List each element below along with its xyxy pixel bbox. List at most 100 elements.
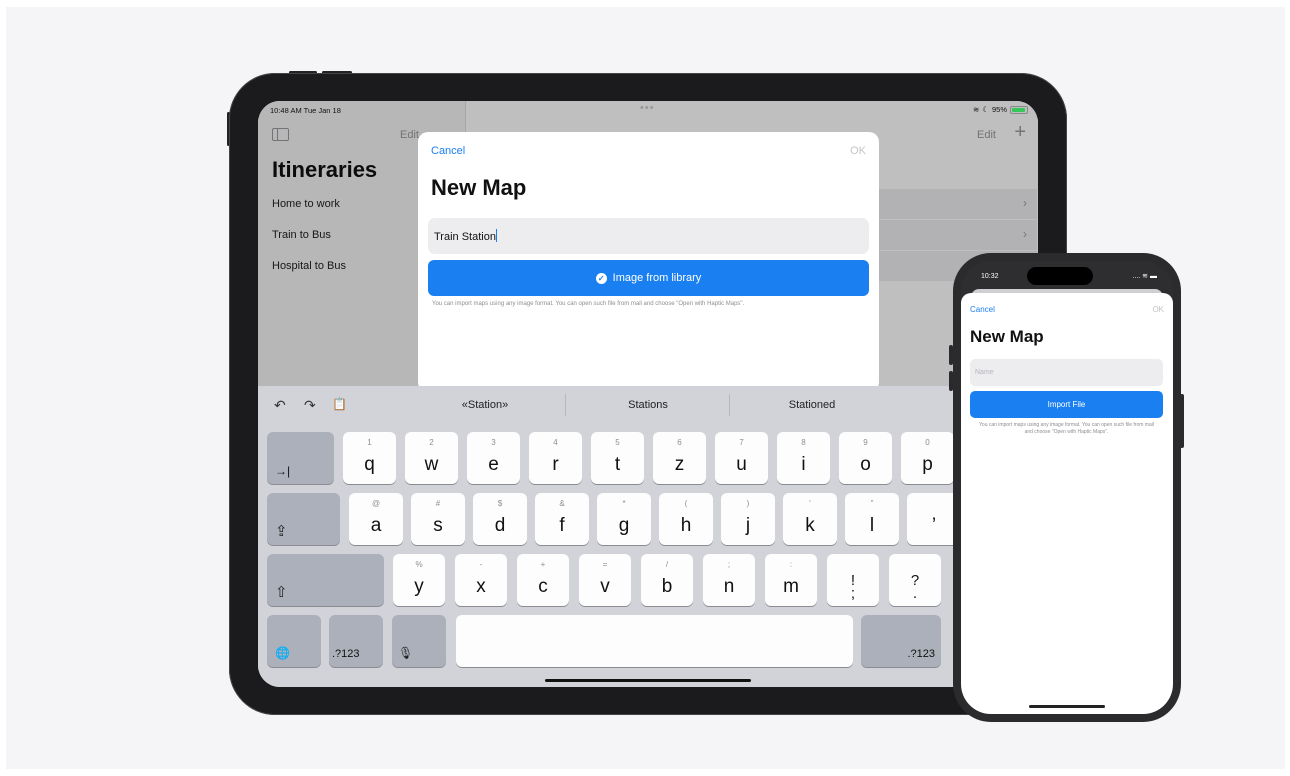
key-row1-8[interactable]: 9o — [839, 432, 892, 484]
wifi-icon: ≋ — [972, 105, 980, 114]
key-row3-4[interactable]: / b — [641, 554, 693, 606]
key-row2-4[interactable]: * g — [597, 493, 651, 545]
key-main-char: y — [414, 576, 424, 597]
key-row2-2[interactable]: $ d — [473, 493, 527, 545]
key-row2-6[interactable]: ) j — [721, 493, 775, 545]
key-main-char: a — [370, 515, 382, 536]
numbers-key-right[interactable]: .?123 — [861, 615, 941, 667]
globe-key[interactable]: 🌐 — [267, 615, 321, 667]
key-row1-7[interactable]: 8i — [777, 432, 830, 484]
iphone-cancel-button[interactable]: Cancel — [970, 305, 995, 314]
ipad-screen: Edit Itineraries Home to work Train to B… — [258, 101, 1038, 687]
key-row3-6[interactable]: :m — [765, 554, 817, 606]
key-row1-5[interactable]: 6z — [653, 432, 706, 484]
multitasking-dots-icon[interactable]: ••• — [640, 102, 655, 114]
iphone-sheet-title: New Map — [970, 327, 1044, 346]
key-alt-char: ' — [809, 499, 811, 508]
key-row1-2[interactable]: 3e — [467, 432, 520, 484]
undo-icon[interactable]: ↶ — [274, 397, 286, 414]
key-alt-char: / — [665, 560, 669, 569]
key-row1-6[interactable]: 7u — [715, 432, 768, 484]
image-from-library-button[interactable]: ✓ Image from library — [428, 260, 869, 296]
key-alt-char: @ — [371, 499, 381, 508]
key-row1-3[interactable]: 4r — [529, 432, 582, 484]
key-alt-char: 4 — [553, 438, 558, 447]
key-main-char: p — [922, 454, 933, 475]
iphone-name-input[interactable]: Name — [970, 359, 1163, 386]
modal-title: New Map — [431, 175, 527, 200]
key-main-char: x — [476, 576, 486, 597]
key-main-char: o — [860, 454, 871, 475]
key-row2-1[interactable]: # s — [411, 493, 465, 545]
key-alt-char: " — [870, 499, 874, 508]
map-name-value: Train Station — [434, 231, 496, 243]
key-row2-7[interactable]: ' k — [783, 493, 837, 545]
redo-icon[interactable]: ↷ — [304, 397, 316, 414]
map-name-input[interactable]: Train Station — [428, 218, 869, 254]
iphone-import-hint: You can import maps using any image form… — [979, 422, 1154, 435]
home-indicator[interactable] — [545, 679, 751, 682]
key-alt-char: 8 — [801, 438, 806, 447]
status-indicators: ≋ ☾ 95% — [973, 105, 1028, 114]
key-main-char: z — [674, 454, 685, 475]
numbers-key-left[interactable]: .?123 — [329, 615, 383, 667]
ok-button[interactable]: OK — [850, 145, 866, 157]
key-main-char: f — [559, 515, 565, 536]
key-row1-4[interactable]: 5t — [591, 432, 644, 484]
tab-key[interactable]: →| — [267, 432, 334, 484]
key-row3-5[interactable]: ; n — [703, 554, 755, 606]
suggestion-1[interactable]: «Station» — [415, 399, 555, 411]
cancel-button[interactable]: Cancel — [431, 145, 465, 157]
key-main-char: i — [801, 454, 806, 475]
iphone-home-indicator[interactable] — [1029, 705, 1105, 708]
key-row3-8[interactable]: ? . — [889, 554, 941, 606]
paste-icon[interactable]: 📋 — [332, 397, 347, 411]
key-row1-0[interactable]: 1q — [343, 432, 396, 484]
space-key[interactable] — [456, 615, 853, 667]
iphone-status-bar: 10:32 .... ≋ ▬ — [961, 261, 1173, 289]
key-main-char: l — [869, 515, 875, 536]
key-main-char: u — [736, 454, 747, 475]
key-row3-7[interactable]: ! ; — [827, 554, 879, 606]
key-row3-1[interactable]: -x — [455, 554, 507, 606]
key-row1-9[interactable]: 0p — [901, 432, 954, 484]
key-row3-2[interactable]: + c — [517, 554, 569, 606]
shift-key-left[interactable]: ⇧ — [267, 554, 384, 606]
battery-percent: 95% — [991, 105, 1007, 114]
key-row2-0[interactable]: @ a — [349, 493, 403, 545]
ipad-status-bar: 10:48 AM Tue Jan 18 ••• ≋ ☾ 95% — [258, 101, 1038, 119]
caps-lock-key[interactable]: ⇪ — [267, 493, 340, 545]
image-from-library-label: Image from library — [612, 272, 702, 284]
key-alt-char: : — [789, 560, 793, 569]
numbers-key-label: .?123 — [332, 648, 360, 660]
key-alt-char: * — [622, 499, 626, 508]
import-file-button[interactable]: Import File — [970, 391, 1163, 418]
key-row2-3[interactable]: & f — [535, 493, 589, 545]
key-alt-char: 0 — [925, 438, 930, 447]
shift-icon: ⇧ — [275, 584, 288, 601]
key-row3-0[interactable]: % y — [393, 554, 445, 606]
checkmark-circle-icon: ✓ — [595, 272, 607, 284]
key-row2-5[interactable]: (h — [659, 493, 713, 545]
iphone-screen: 10:32 .... ≋ ▬ Cancel OK New Map Name Im… — [961, 261, 1173, 714]
key-alt-char: % — [415, 560, 423, 569]
suggestion-2[interactable]: Stations — [578, 399, 718, 411]
key-alt-char: 3 — [491, 438, 496, 447]
suggestion-3[interactable]: Stationed — [742, 399, 882, 411]
key-row1-1[interactable]: 2w — [405, 432, 458, 484]
key-alt-char: 9 — [863, 438, 868, 447]
key-row3-3[interactable]: = v — [579, 554, 631, 606]
key-main-char: w — [424, 454, 439, 475]
tab-icon: →| — [275, 464, 291, 478]
import-hint: You can import maps using any image form… — [432, 301, 745, 307]
caps-lock-icon: ⇪ — [275, 523, 288, 540]
key-main-char: e — [488, 454, 499, 475]
iphone-ok-button[interactable]: OK — [1152, 305, 1164, 314]
key-main-char: n — [723, 576, 735, 597]
dictation-key[interactable]: 🎙 — [392, 615, 446, 667]
key-alt-char: + — [540, 560, 546, 569]
key-main-char: c — [538, 576, 548, 597]
key-row2-8[interactable]: " l — [845, 493, 899, 545]
key-alt-char: & — [559, 499, 565, 508]
iphone-status-indicators: .... ≋ ▬ — [1132, 273, 1157, 280]
